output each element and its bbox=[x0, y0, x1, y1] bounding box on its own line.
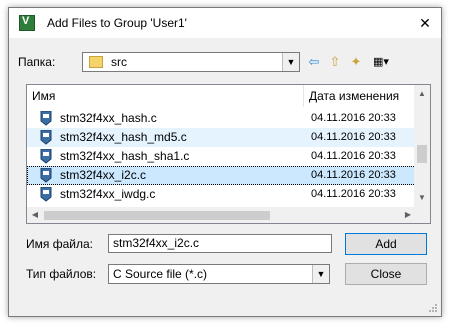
folder-icon bbox=[89, 56, 103, 68]
filetype-value: C Source file (*.c) bbox=[113, 267, 208, 281]
file-date: 04.11.2016 20:33 bbox=[311, 150, 396, 162]
file-name: stm32f4xx_hash.c bbox=[60, 111, 157, 125]
close-button[interactable]: Close bbox=[345, 263, 427, 285]
folder-dropdown[interactable]: src ▼ bbox=[82, 52, 300, 72]
file-name: stm32f4xx_hash_sha1.c bbox=[60, 149, 190, 163]
file-date: 04.11.2016 20:33 bbox=[311, 169, 396, 181]
list-item[interactable]: stm32f4xx_hash_sha1.c 04.11.2016 20:33 bbox=[27, 147, 416, 166]
app-icon bbox=[19, 15, 35, 31]
file-date: 04.11.2016 20:33 bbox=[311, 131, 396, 143]
list-item[interactable]: stm32f4xx_iwdg.c 04.11.2016 20:33 bbox=[27, 185, 416, 204]
filetype-select[interactable]: C Source file (*.c) ▼ bbox=[108, 264, 330, 284]
horizontal-scroll-thumb[interactable] bbox=[44, 211, 270, 220]
file-list[interactable]: Имя Дата изменения stm32f4xx_hash.c 04.1… bbox=[26, 84, 431, 224]
folder-label: Папка: bbox=[18, 55, 56, 69]
view-menu-icon[interactable]: ▦▾ bbox=[368, 52, 394, 72]
c-source-file-icon bbox=[40, 168, 52, 183]
scroll-left-icon[interactable]: ◀ bbox=[27, 210, 43, 219]
close-icon[interactable]: ✕ bbox=[415, 13, 435, 33]
scrollbar-corner bbox=[414, 207, 430, 223]
back-icon[interactable]: ⇦ bbox=[304, 52, 324, 72]
c-source-file-icon bbox=[40, 130, 52, 145]
filename-label: Имя файла: bbox=[26, 237, 93, 251]
scroll-up-icon[interactable]: ▲ bbox=[414, 89, 430, 98]
chevron-down-icon[interactable]: ▼ bbox=[282, 53, 299, 71]
title-bar[interactable]: Add Files to Group 'User1' ✕ bbox=[9, 8, 441, 38]
filename-input[interactable]: stm32f4xx_i2c.c bbox=[108, 234, 332, 253]
column-header-date[interactable]: Дата изменения bbox=[304, 85, 416, 107]
add-button[interactable]: Add bbox=[345, 233, 427, 255]
list-item[interactable]: stm32f4xx_hash_md5.c 04.11.2016 20:33 bbox=[27, 128, 416, 147]
folder-value: src bbox=[111, 55, 127, 69]
list-item-selected[interactable]: stm32f4xx_i2c.c 04.11.2016 20:33 bbox=[27, 166, 416, 185]
vertical-scrollbar[interactable]: ▲ ▼ bbox=[414, 85, 430, 207]
file-date: 04.11.2016 20:33 bbox=[311, 188, 396, 200]
file-name: stm32f4xx_iwdg.c bbox=[60, 187, 156, 201]
column-header-name[interactable]: Имя bbox=[27, 85, 304, 107]
dialog-title: Add Files to Group 'User1' bbox=[47, 16, 187, 30]
new-folder-icon[interactable]: ✦ bbox=[346, 52, 366, 72]
chevron-down-icon[interactable]: ▼ bbox=[312, 265, 329, 283]
horizontal-scrollbar[interactable]: ◀ ▶ bbox=[27, 207, 416, 223]
list-item[interactable]: stm32f4xx_hash.c 04.11.2016 20:33 bbox=[27, 109, 416, 128]
vertical-scroll-thumb[interactable] bbox=[417, 145, 427, 163]
filetype-label: Тип файлов: bbox=[26, 267, 97, 281]
c-source-file-icon bbox=[40, 149, 52, 164]
scroll-down-icon[interactable]: ▼ bbox=[414, 193, 430, 202]
c-source-file-icon bbox=[40, 111, 52, 126]
add-files-dialog: Add Files to Group 'User1' ✕ Папка: src … bbox=[8, 7, 442, 317]
file-date: 04.11.2016 20:33 bbox=[311, 112, 396, 124]
resize-grip-icon[interactable] bbox=[428, 303, 438, 313]
up-folder-icon[interactable]: ⇧ bbox=[325, 52, 345, 72]
file-name: stm32f4xx_hash_md5.c bbox=[60, 130, 187, 144]
file-name: stm32f4xx_i2c.c bbox=[60, 168, 147, 182]
c-source-file-icon bbox=[40, 187, 52, 202]
